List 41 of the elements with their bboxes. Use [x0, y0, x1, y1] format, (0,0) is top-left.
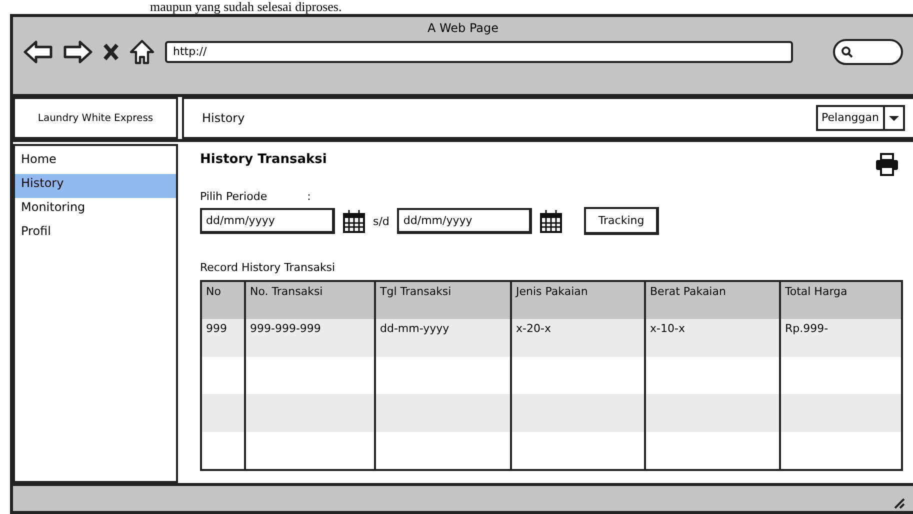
back-icon[interactable] — [23, 40, 53, 64]
search-icon — [841, 46, 853, 58]
table-cell: Rp.999- — [779, 319, 901, 357]
column-header: Berat Pakaian — [644, 282, 779, 320]
document-text: maupun yang sudah selesai diproses. — [149, 0, 343, 14]
table-cell: 999-999-999 — [244, 319, 374, 357]
sidebar-item[interactable]: Home — [15, 150, 176, 174]
window-title: A Web Page — [426, 20, 500, 37]
home-icon[interactable] — [129, 39, 155, 65]
column-header: Jenis Pakaian — [510, 282, 644, 320]
table-cell: 999 — [202, 319, 244, 357]
close-icon[interactable] — [103, 43, 119, 61]
role-dropdown[interactable]: Pelanggan — [816, 105, 905, 131]
caret-icon — [889, 116, 899, 120]
breadcrumb: History — [202, 111, 245, 125]
sidebar-item[interactable]: History — [15, 174, 176, 198]
tracking-button[interactable]: Tracking — [584, 207, 660, 235]
table-title: Record History Transaksi — [200, 261, 336, 274]
column-header: No — [202, 282, 244, 320]
resize-grip-icon[interactable] — [893, 497, 905, 509]
calendar-icon[interactable] — [540, 209, 562, 233]
sidebar-item[interactable]: Monitoring — [15, 198, 176, 222]
brand-label: Laundry White Express — [13, 97, 178, 139]
column-header: No. Transaksi — [244, 282, 374, 320]
colon-label: : — [307, 190, 311, 203]
table-cell: x-20-x — [510, 319, 644, 357]
table-cell: dd-mm-yyyy — [374, 319, 510, 357]
url-field[interactable]: http:// — [165, 41, 793, 63]
calendar-icon[interactable] — [343, 209, 365, 233]
table-cell: x-10-x — [644, 319, 779, 357]
date-to-field[interactable]: dd/mm/yyyy — [397, 208, 532, 234]
column-header: Total Harga — [779, 282, 901, 320]
period-label: Pilih Periode — [200, 190, 268, 203]
page-title: History Transaksi — [200, 152, 327, 169]
forward-icon[interactable] — [63, 40, 93, 64]
search-field[interactable] — [833, 39, 903, 65]
column-header: Tgl Transaksi — [374, 282, 510, 320]
sidebar-item[interactable]: Profil — [15, 222, 176, 246]
separator-label: s/d — [373, 214, 390, 228]
date-from-field[interactable]: dd/mm/yyyy — [200, 208, 335, 234]
printer-icon[interactable] — [875, 152, 899, 176]
